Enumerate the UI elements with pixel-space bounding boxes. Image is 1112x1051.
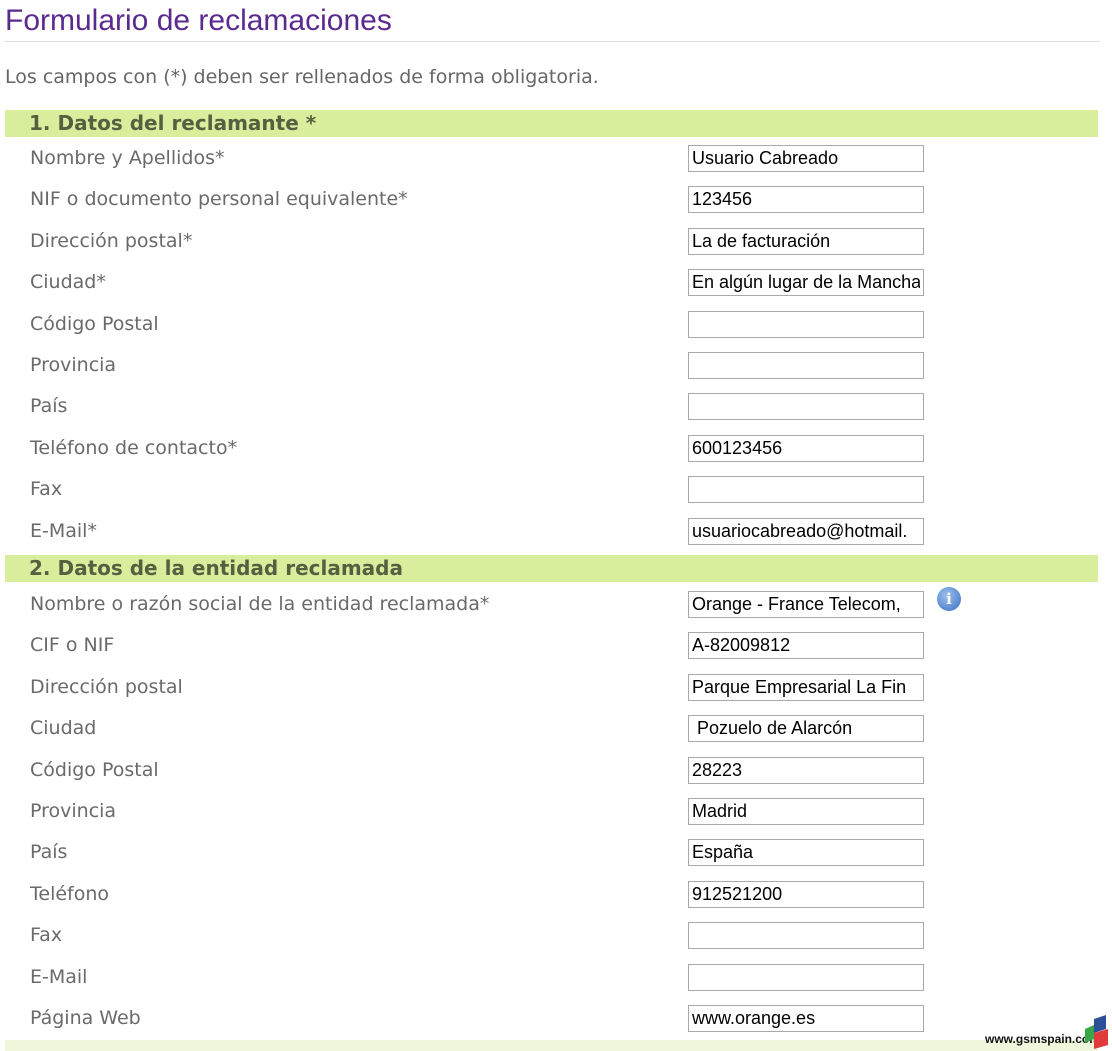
- field-input[interactable]: [688, 673, 924, 701]
- field-label: E-Mail: [30, 965, 88, 988]
- section-header-2: 2. Datos de la entidad reclamada: [5, 555, 1098, 582]
- field-label: Fax: [30, 924, 63, 947]
- form-row: E-Mail: [0, 963, 1100, 1005]
- field-input[interactable]: [688, 922, 924, 950]
- gsmspain-logo-icon: [1085, 1015, 1108, 1049]
- form-row: Nombre y Apellidos*: [0, 145, 1100, 186]
- field-input[interactable]: [688, 269, 924, 297]
- field-label: Provincia: [30, 354, 117, 376]
- form-row: País: [0, 839, 1100, 880]
- field-input[interactable]: [688, 186, 924, 214]
- field-input[interactable]: [688, 756, 924, 784]
- form-row: Provincia: [0, 798, 1100, 839]
- field-input[interactable]: [688, 517, 924, 545]
- field-label: Dirección postal*: [30, 229, 193, 252]
- field-input[interactable]: [688, 715, 924, 743]
- field-input[interactable]: [688, 227, 924, 255]
- field-label: Código Postal: [30, 312, 159, 335]
- field-label: E-Mail*: [30, 519, 97, 542]
- form-row: CIF o NIF: [0, 632, 1100, 673]
- field-input[interactable]: [688, 839, 924, 867]
- field-label: CIF o NIF: [30, 634, 115, 657]
- field-label: Ciudad*: [30, 271, 106, 294]
- field-label: Fax: [30, 478, 63, 501]
- field-label: Nombre y Apellidos*: [30, 147, 225, 169]
- section-heading: 2. Datos de la entidad reclamada: [29, 556, 403, 580]
- form-row: Teléfono: [0, 880, 1100, 922]
- field-label: Teléfono de contacto*: [30, 436, 238, 459]
- field-input[interactable]: [688, 434, 924, 462]
- section-header-1: 1. Datos del reclamante *: [5, 110, 1098, 137]
- form-row: Dirección postal*: [0, 227, 1100, 269]
- field-input[interactable]: [688, 476, 924, 504]
- field-label: País: [30, 841, 68, 864]
- page-title: Formulario de reclamaciones: [5, 4, 392, 37]
- form-row: Fax: [0, 476, 1100, 517]
- section-bar-next: [5, 1040, 1098, 1051]
- field-input[interactable]: [688, 352, 924, 379]
- field-label: NIF o documento personal equivalente*: [30, 188, 408, 211]
- form-row: Dirección postal: [0, 673, 1100, 715]
- field-input[interactable]: [688, 591, 924, 618]
- section-heading: 1. Datos del reclamante *: [29, 111, 317, 135]
- field-label: País: [30, 395, 68, 418]
- field-label: Nombre o razón social de la entidad recl…: [30, 593, 490, 615]
- form-row: Teléfono de contacto*: [0, 434, 1100, 476]
- field-label: Ciudad: [30, 717, 97, 740]
- field-input[interactable]: [688, 880, 924, 908]
- form-row: Código Postal: [0, 310, 1100, 352]
- field-input[interactable]: [688, 963, 924, 991]
- field-input[interactable]: [688, 145, 924, 172]
- form-row: NIF o documento personal equivalente*: [0, 186, 1100, 227]
- form-row: E-Mail*: [0, 517, 1100, 559]
- field-label: Dirección postal: [30, 675, 183, 698]
- field-label: Página Web: [30, 1007, 141, 1029]
- required-fields-note: Los campos con (*) deben ser rellenados …: [5, 66, 599, 88]
- form-row: Ciudad: [0, 715, 1100, 756]
- field-input[interactable]: [688, 1005, 924, 1032]
- form-row: País: [0, 393, 1100, 434]
- field-label: Provincia: [30, 800, 117, 822]
- field-label: Código Postal: [30, 758, 159, 781]
- form-row: Fax: [0, 922, 1100, 963]
- title-divider: [5, 41, 1100, 42]
- form-row: Provincia: [0, 352, 1100, 393]
- field-input[interactable]: [688, 393, 924, 421]
- info-icon[interactable]: i: [937, 587, 961, 611]
- field-input[interactable]: [688, 632, 924, 660]
- form-row: Ciudad*: [0, 269, 1100, 310]
- form-row: Nombre o razón social de la entidad recl…: [0, 587, 1100, 632]
- field-input[interactable]: [688, 798, 924, 825]
- field-label: Teléfono: [30, 882, 110, 905]
- form-row: Código Postal: [0, 756, 1100, 798]
- field-input[interactable]: [688, 310, 924, 338]
